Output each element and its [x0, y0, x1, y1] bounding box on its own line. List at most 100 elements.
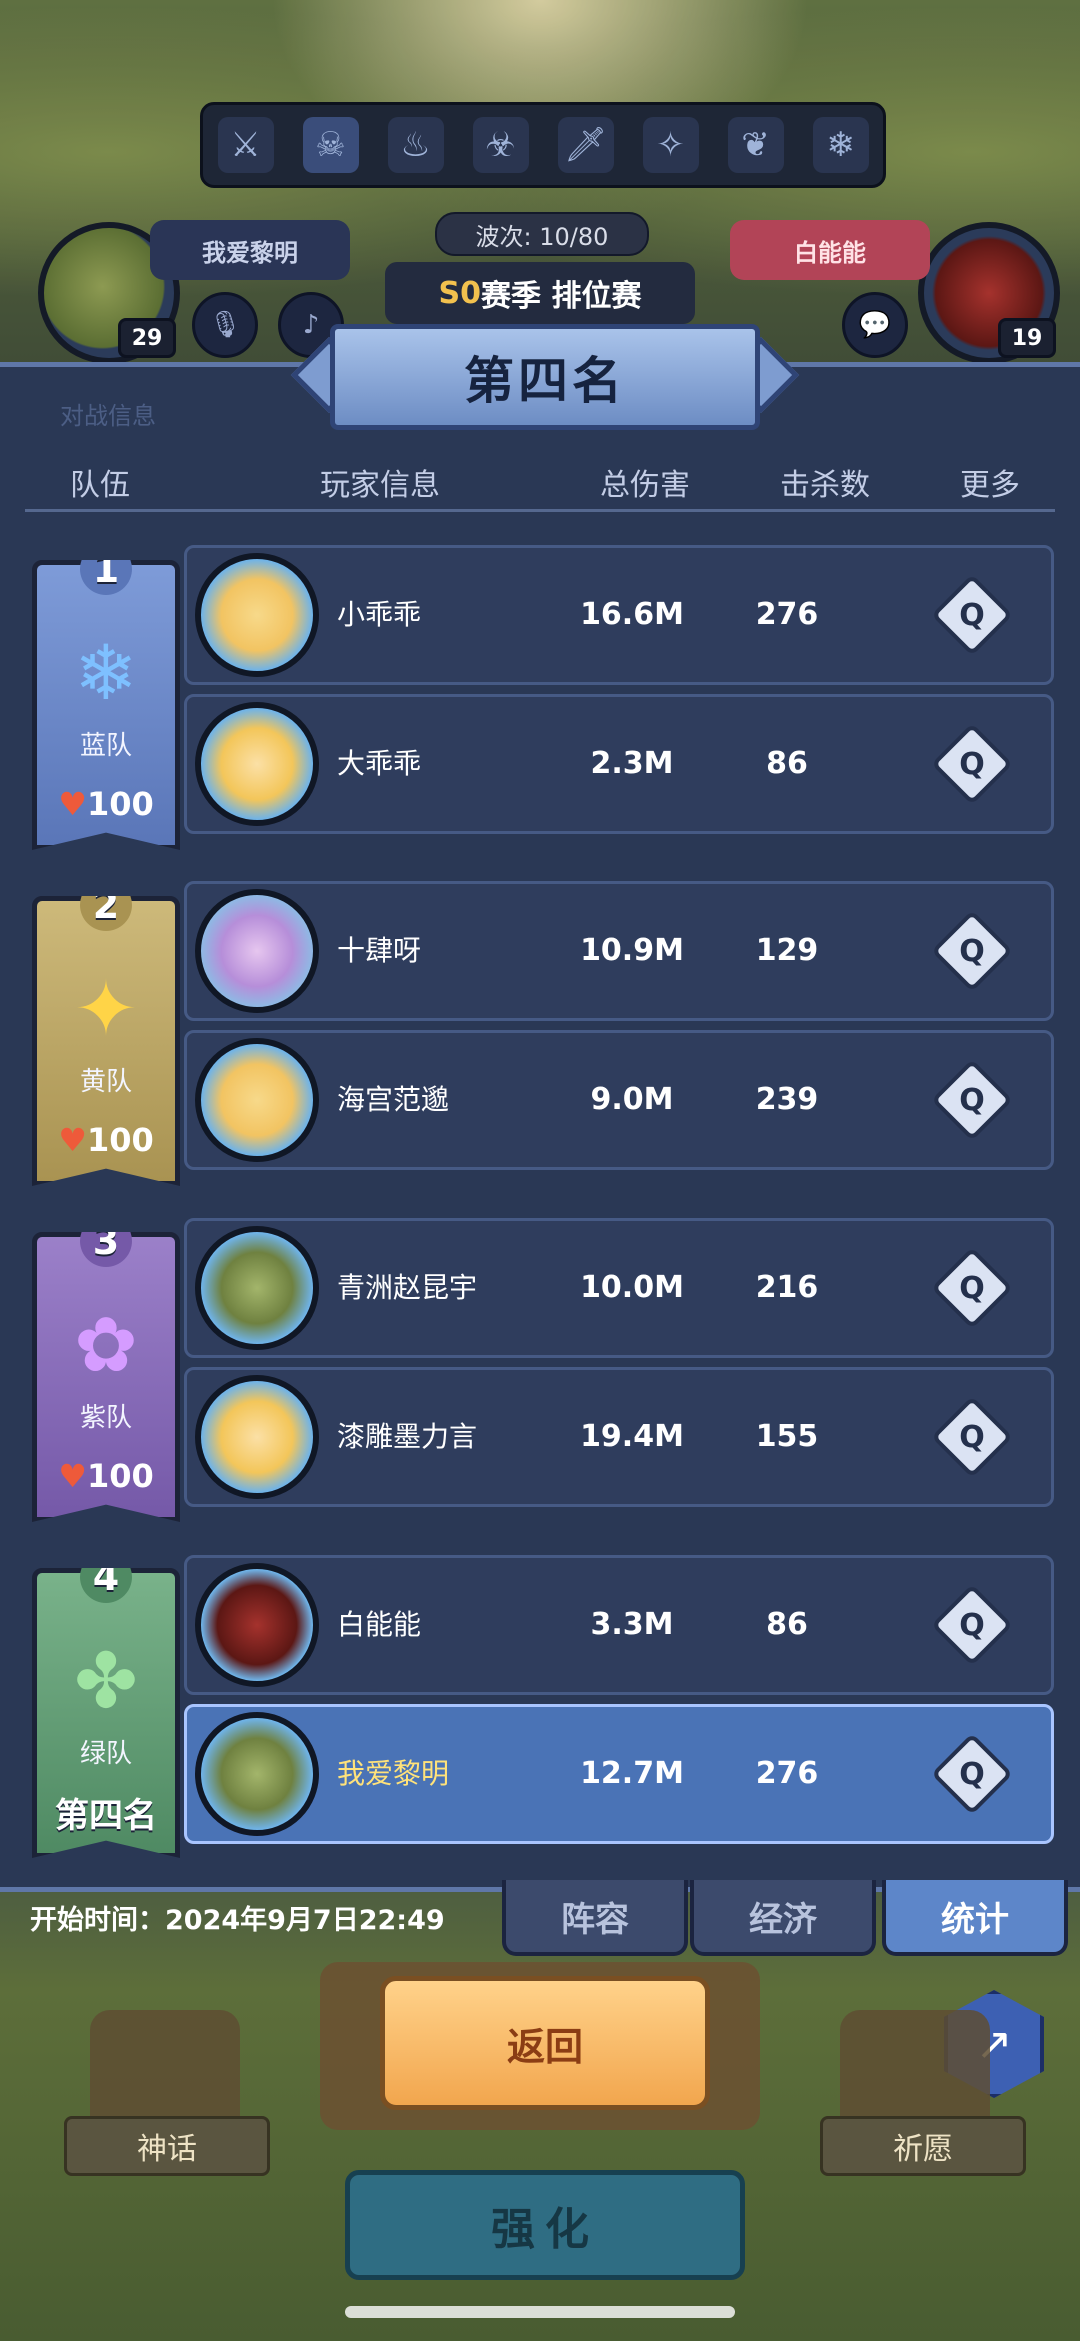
team-hp: ♥100 [37, 1457, 175, 1495]
player-avatar [195, 889, 319, 1013]
player-row[interactable]: 白能能 3.3M 86 Q [184, 1555, 1054, 1695]
snowflake-icon[interactable]: ❄ [812, 117, 869, 173]
player-row[interactable]: 大乖乖 2.3M 86 Q [184, 694, 1054, 834]
wave-counter: 波次: 10/80 [435, 212, 649, 256]
sword-icon[interactable]: ⚔ [217, 117, 274, 173]
heart-icon: ♥ [58, 1121, 87, 1159]
player-avatar [195, 1226, 319, 1350]
table-header: 队伍 玩家信息 总伤害 击杀数 更多 [25, 455, 1055, 512]
magnifier-icon: Q [959, 746, 985, 782]
tab-statistics[interactable]: 统计 [882, 1880, 1068, 1956]
player-kills: 239 [755, 1082, 819, 1117]
season-code: S0 [438, 275, 482, 311]
player-row[interactable]: 青洲赵昆宇 10.0M 216 Q [184, 1218, 1054, 1358]
team-hp: ♥100 [37, 1121, 175, 1159]
team-name: 绿队 [79, 1739, 132, 1769]
player-damage: 10.9M [580, 933, 684, 968]
tab-lineup[interactable]: 阵容 [502, 1880, 688, 1956]
player-name: 青洲赵昆宇 [337, 1271, 478, 1304]
hero-selection-strip: ⚔ ☠ ♨ ☣ 🗡 ✧ ❦ ❄ [200, 102, 886, 188]
team-banner-green: 4 ✤ 绿队 第四名 [32, 1568, 180, 1858]
chat-icon[interactable]: 💬 [842, 292, 908, 358]
heart-icon: ♥ [58, 785, 87, 823]
header-more: 更多 [960, 468, 1020, 503]
more-button[interactable]: Q [930, 1058, 1014, 1142]
myth-button[interactable]: 神话 [64, 2116, 270, 2176]
team-name: 蓝队 [79, 731, 132, 761]
mask-icon[interactable]: ☣ [472, 117, 529, 173]
magnifier-icon: Q [959, 1270, 985, 1306]
player-name: 小乖乖 [337, 598, 422, 631]
more-button[interactable]: Q [930, 1583, 1014, 1667]
player-kills: 155 [755, 1419, 819, 1454]
more-button[interactable]: Q [930, 573, 1014, 657]
left-player-name: 我爱黎明 [150, 220, 350, 280]
team-hp-value: 100 [86, 1121, 154, 1159]
player-damage: 10.0M [580, 1270, 684, 1305]
player-avatar [195, 553, 319, 677]
player-avatar [195, 702, 319, 826]
player-name: 白能能 [337, 1608, 422, 1641]
player-damage: 9.0M [590, 1082, 674, 1117]
mic-icon[interactable]: 🎙 [192, 292, 258, 358]
team-banner-purple: 3 ✿ 紫队 ♥100 [32, 1232, 180, 1522]
header-team: 队伍 [70, 468, 130, 503]
player-row[interactable]: 漆雕墨力言 19.4M 155 Q [184, 1367, 1054, 1507]
leaf-icon[interactable]: ❦ [727, 117, 784, 173]
more-button[interactable]: Q [930, 1395, 1014, 1479]
player-name: 我爱黎明 [337, 1757, 450, 1790]
dark-hero-icon[interactable]: ☠ [302, 117, 359, 173]
magnifier-icon: Q [959, 597, 985, 633]
heart-icon: ♥ [58, 1457, 87, 1495]
player-kills: 129 [755, 933, 819, 968]
team-rank: 第四名 [55, 1796, 157, 1836]
right-player-level: 19 [998, 318, 1056, 358]
snowflake-emblem-icon: ❄ [74, 628, 138, 717]
magnifier-icon: Q [959, 1607, 985, 1643]
magnifier-icon: Q [959, 1419, 985, 1455]
placement-title: 第四名 [330, 324, 760, 430]
more-button[interactable]: Q [930, 722, 1014, 806]
wish-button[interactable]: 祈愿 [820, 2116, 1026, 2176]
tab-economy[interactable]: 经济 [690, 1880, 876, 1956]
team-name: 黄队 [79, 1067, 132, 1097]
left-player-level: 29 [118, 318, 176, 358]
team-hp-value: 100 [86, 785, 154, 823]
team-hp-value: 100 [86, 1457, 154, 1495]
player-damage: 19.4M [580, 1419, 684, 1454]
fire-icon[interactable]: ♨ [387, 117, 444, 173]
player-row[interactable]: 海宫范邈 9.0M 239 Q [184, 1030, 1054, 1170]
player-kills: 86 [766, 746, 808, 781]
player-kills: 276 [755, 597, 819, 632]
blade-icon[interactable]: 🗡 [557, 117, 614, 173]
header-kills: 击杀数 [780, 468, 870, 503]
player-avatar [195, 1563, 319, 1687]
player-avatar [195, 1038, 319, 1162]
player-row[interactable]: 小乖乖 16.6M 276 Q [184, 545, 1054, 685]
battle-info-label: 对战信息 [60, 402, 156, 430]
player-avatar [195, 1712, 319, 1836]
team-hp: ♥100 [37, 785, 175, 823]
strengthen-button[interactable]: 强化 [345, 2170, 745, 2280]
home-indicator[interactable] [345, 2306, 735, 2318]
star-emblem-icon: ✦ [74, 964, 138, 1053]
ice-hero-icon[interactable]: ✧ [642, 117, 699, 173]
player-damage: 16.6M [580, 597, 684, 632]
player-kills: 276 [755, 1756, 819, 1791]
right-player-name: 白能能 [730, 220, 930, 280]
player-row[interactable]: 十肆呀 10.9M 129 Q [184, 881, 1054, 1021]
return-button[interactable]: 返回 [380, 1976, 710, 2110]
more-button[interactable]: Q [930, 1246, 1014, 1330]
more-button[interactable]: Q [930, 1732, 1014, 1816]
player-kills: 216 [755, 1270, 819, 1305]
magnifier-icon: Q [959, 933, 985, 969]
player-damage: 3.3M [590, 1607, 674, 1642]
player-avatar [195, 1375, 319, 1499]
player-row-self[interactable]: 我爱黎明 12.7M 276 Q [184, 1704, 1054, 1844]
team-banner-blue: 1 ❄ 蓝队 ♥100 [32, 560, 180, 850]
more-button[interactable]: Q [930, 909, 1014, 993]
match-start-time: 开始时间：2024年9月7日22:49 [30, 1905, 445, 1936]
flower-emblem-icon: ✿ [74, 1300, 138, 1389]
player-name: 大乖乖 [337, 747, 422, 780]
magnifier-icon: Q [959, 1756, 985, 1792]
